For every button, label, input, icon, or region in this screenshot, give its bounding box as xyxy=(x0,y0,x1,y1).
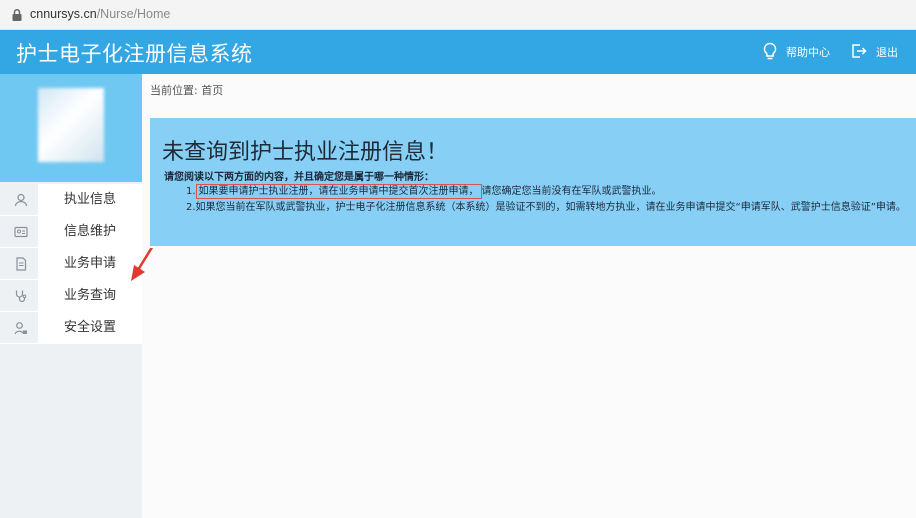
url-text[interactable]: cnnursys.cn/Nurse/Home xyxy=(30,7,170,21)
logout-link[interactable]: 退出 xyxy=(876,44,898,60)
help-center-link[interactable]: 帮助中心 xyxy=(786,44,830,60)
notice-heading: 未查询到护士执业注册信息！ xyxy=(162,140,449,165)
logout-icon[interactable] xyxy=(851,43,867,59)
sidebar-item-practice-info[interactable]: 执业信息 xyxy=(0,184,142,216)
sidebar-item-business-query[interactable]: 业务查询 xyxy=(0,280,142,312)
sidebar-item-security-settings[interactable]: 安全设置 xyxy=(0,312,142,344)
sidebar-item-info-maintenance[interactable]: 信息维护 xyxy=(0,216,142,248)
highlighted-text: 如果要申请护士执业注册，请在业务申请中提交首次注册申请， xyxy=(195,184,482,199)
avatar xyxy=(38,88,104,162)
sidebar: 执业信息 信息维护 业务申请 业务查询 安全设置 xyxy=(0,74,142,518)
user-lock-icon xyxy=(14,322,27,335)
sidebar-item-business-application[interactable]: 业务申请 xyxy=(0,248,142,280)
main-content: 当前位置: 首页 未查询到护士执业注册信息！ 请您阅读以下两方面的内容，并且确定… xyxy=(142,74,916,518)
lock-icon xyxy=(12,8,22,21)
app-header: 护士电子化注册信息系统 帮助中心 退出 xyxy=(0,30,916,74)
line-suffix: 请您确定您当前没有在军队或武警执业。 xyxy=(481,186,662,197)
id-card-icon xyxy=(14,226,28,238)
app-title: 护士电子化注册信息系统 xyxy=(16,42,253,66)
avatar-panel xyxy=(0,74,142,182)
sidebar-item-label: 信息维护 xyxy=(38,216,142,247)
address-bar[interactable]: cnnursys.cn/Nurse/Home xyxy=(0,0,916,30)
lightbulb-icon[interactable] xyxy=(762,42,778,62)
red-arrow-annotation xyxy=(131,248,154,281)
sidebar-item-label: 执业信息 xyxy=(38,184,142,215)
user-icon xyxy=(14,193,28,207)
line-number: 1. xyxy=(186,186,196,197)
sidebar-item-label: 业务申请 xyxy=(38,248,142,279)
url-domain: cnnursys.cn xyxy=(30,7,97,21)
sidebar-item-label: 业务查询 xyxy=(38,280,142,311)
notice-line-2: 2.如果您当前在军队或武警执业，护士电子化注册信息系统（本系统）是验证不到的，如… xyxy=(186,202,906,213)
sidebar-item-label: 安全设置 xyxy=(38,312,142,343)
stethoscope-icon xyxy=(15,290,27,303)
url-path: /Nurse/Home xyxy=(96,7,171,21)
sidebar-nav: 执业信息 信息维护 业务申请 业务查询 安全设置 xyxy=(0,184,142,344)
notice-line-1: 1. 如果要申请护士执业注册，请在业务申请中提交首次注册申请， 请您确定您当前没有在… xyxy=(186,182,662,199)
document-icon xyxy=(16,257,27,271)
notice-panel: 未查询到护士执业注册信息！ 请您阅读以下两方面的内容，并且确定您是属于哪一种情形… xyxy=(150,118,916,246)
breadcrumb: 当前位置: 首页 xyxy=(150,84,224,97)
notice-intro: 请您阅读以下两方面的内容，并且确定您是属于哪一种情形： xyxy=(164,172,434,183)
